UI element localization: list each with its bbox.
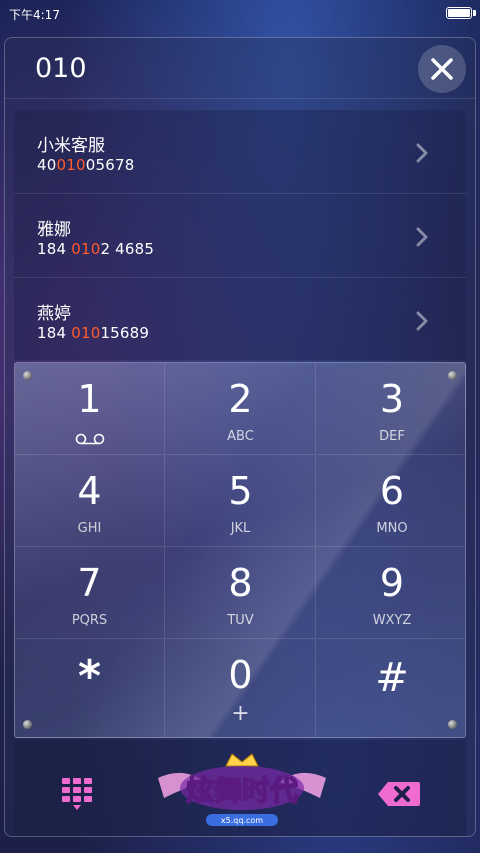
dialer-bottom-bar: 炫舞时代 x5.qq.com <box>14 740 466 836</box>
key-digit: 3 <box>379 377 405 421</box>
key-digit: 7 <box>77 561 102 605</box>
key-hash[interactable]: # <box>317 639 465 737</box>
contact-result[interactable]: 小米客服 4001005678 <box>14 110 466 194</box>
battery-icon <box>446 7 472 19</box>
key-digit: 8 <box>228 561 253 605</box>
key-letters: TUV <box>227 613 254 628</box>
contact-name: 雅娜 <box>37 220 71 240</box>
key-digit: 2 <box>228 377 253 421</box>
key-letters: + <box>231 701 250 726</box>
dial-keypad: 1 2 ABC 3 DEF 4 GHI 5 JKL 6 MNO 7 PQRS 8… <box>14 362 466 738</box>
key-digit: * <box>77 651 101 702</box>
key-digit: 9 <box>379 561 405 605</box>
key-letters: MNO <box>376 521 408 536</box>
screw-decor <box>23 720 32 729</box>
dial-number-input[interactable] <box>35 48 395 88</box>
key-letters: PQRS <box>71 613 108 628</box>
key-6[interactable]: 6 MNO <box>317 455 465 547</box>
key-7[interactable]: 7 PQRS <box>15 547 165 639</box>
logo-subtitle: x5.qq.com <box>221 816 263 825</box>
dialer-panel: 小米客服 4001005678 雅娜 184 0102 4685 燕婷 184 … <box>4 37 476 837</box>
key-digit: 1 <box>77 377 102 421</box>
game-logo: 炫舞时代 x5.qq.com <box>158 753 326 826</box>
key-3[interactable]: 3 DEF <box>317 363 465 455</box>
chevron-right-icon <box>416 227 428 247</box>
key-4[interactable]: 4 GHI <box>15 455 165 547</box>
key-letters: JKL <box>230 521 251 536</box>
key-2[interactable]: 2 ABC <box>166 363 316 455</box>
backspace-icon[interactable] <box>376 780 422 808</box>
key-digit: 0 <box>228 653 253 697</box>
key-5[interactable]: 5 JKL <box>166 455 316 547</box>
contact-results: 小米客服 4001005678 雅娜 184 0102 4685 燕婷 184 … <box>14 110 466 360</box>
close-icon <box>431 58 453 80</box>
search-row <box>5 38 475 99</box>
clear-button[interactable] <box>418 45 466 93</box>
contact-result[interactable]: 燕婷 184 01015689 <box>14 278 466 362</box>
contact-name: 小米客服 <box>37 136 105 156</box>
key-8[interactable]: 8 TUV <box>166 547 316 639</box>
logo-title: 炫舞时代 <box>186 774 298 807</box>
key-digit: 5 <box>228 469 253 513</box>
screw-decor <box>448 720 457 729</box>
screw-decor <box>23 371 32 380</box>
contact-number: 184 0102 4685 <box>37 240 155 258</box>
battery-cap <box>473 10 476 16</box>
key-letters: DEF <box>379 429 405 444</box>
key-digit: 6 <box>379 469 405 513</box>
key-1[interactable]: 1 <box>15 363 165 455</box>
dialpad-icon[interactable] <box>60 776 94 812</box>
screw-decor <box>448 371 457 380</box>
contact-number: 4001005678 <box>37 156 135 174</box>
keypad-grid: 1 2 ABC 3 DEF 4 GHI 5 JKL 6 MNO 7 PQRS 8… <box>15 363 465 737</box>
contact-name: 燕婷 <box>37 304 71 324</box>
key-letters: WXYZ <box>372 613 412 628</box>
key-0[interactable]: 0 + <box>166 639 316 737</box>
contact-number: 184 01015689 <box>37 324 150 342</box>
key-9[interactable]: 9 WXYZ <box>317 547 465 639</box>
key-letters: ABC <box>227 429 254 444</box>
key-letters: GHI <box>77 521 102 536</box>
status-time: 下午4:17 <box>9 8 60 22</box>
key-digit: 4 <box>77 469 102 513</box>
key-digit: # <box>375 655 409 701</box>
key-star[interactable]: * <box>15 639 165 737</box>
voicemail-icon <box>75 433 105 445</box>
contact-result[interactable]: 雅娜 184 0102 4685 <box>14 194 466 278</box>
status-bar: 下午4:17 <box>0 0 480 28</box>
chevron-right-icon <box>416 311 428 331</box>
chevron-right-icon <box>416 143 428 163</box>
